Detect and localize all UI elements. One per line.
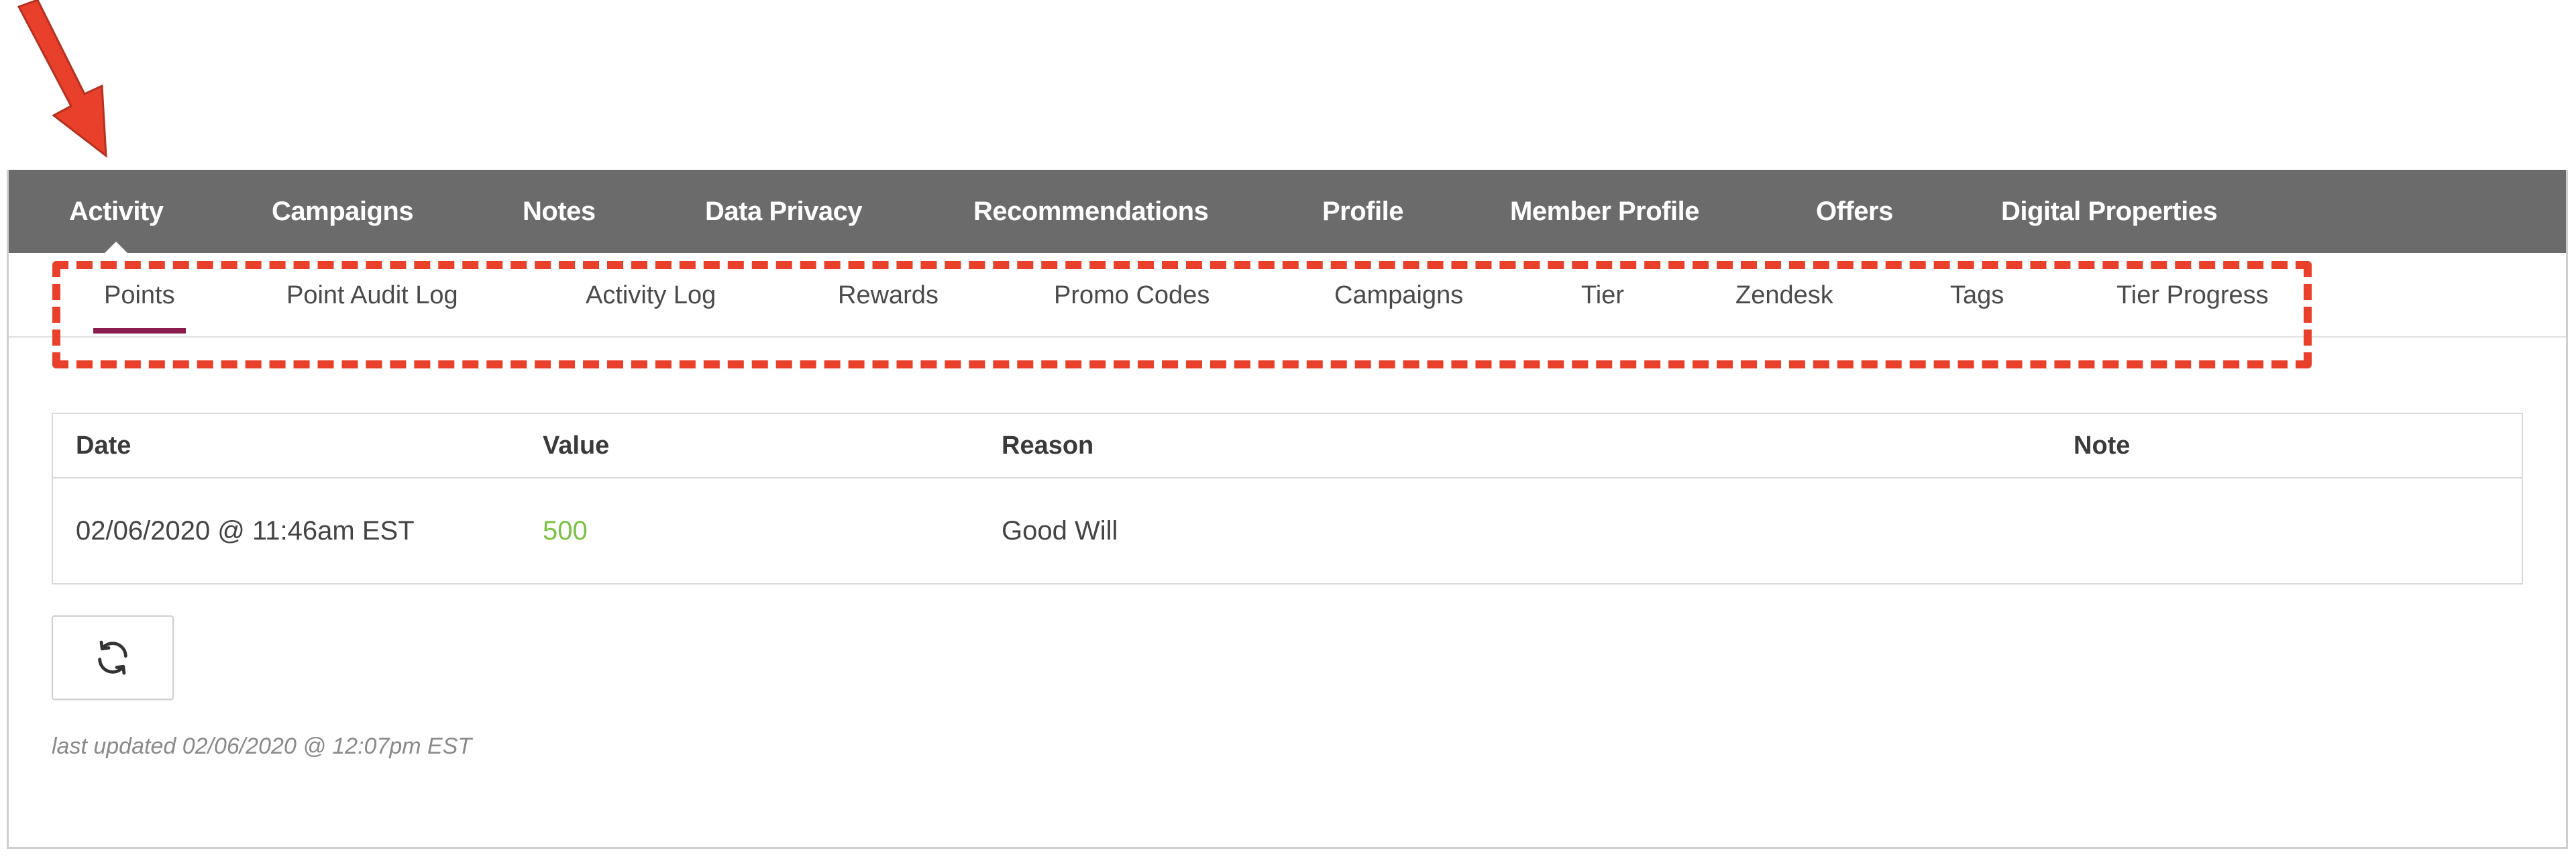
table-row: 02/06/2020 @ 11:46am EST 500 Good Will bbox=[53, 478, 2522, 583]
tab-notes[interactable]: Notes bbox=[523, 170, 596, 253]
subtab-zendesk[interactable]: Zendesk bbox=[1735, 253, 1833, 338]
subtab-tier-progress[interactable]: Tier Progress bbox=[2116, 253, 2269, 338]
active-tab-underline bbox=[93, 328, 186, 334]
subtab-label: Points bbox=[104, 281, 175, 309]
app-frame: Activity Campaigns Notes Data Privacy Re… bbox=[7, 170, 2568, 849]
column-header-value[interactable]: Value bbox=[543, 414, 609, 477]
subtab-tier[interactable]: Tier bbox=[1581, 253, 1624, 338]
annotation-arrow bbox=[17, 0, 107, 158]
points-table: Date Value Reason Note 02/06/2020 @ 11:4… bbox=[52, 413, 2523, 585]
subtab-campaigns[interactable]: Campaigns bbox=[1334, 253, 1463, 338]
last-updated-text: last updated 02/06/2020 @ 12:07pm EST bbox=[52, 733, 472, 759]
table-header: Date Value Reason Note bbox=[53, 414, 2522, 478]
cell-value: 500 bbox=[543, 515, 588, 546]
subtab-point-audit-log[interactable]: Point Audit Log bbox=[286, 253, 458, 338]
subtab-tags[interactable]: Tags bbox=[1950, 253, 2004, 338]
subtab-rewards[interactable]: Rewards bbox=[838, 253, 938, 338]
primary-nav: Activity Campaigns Notes Data Privacy Re… bbox=[9, 170, 2566, 254]
tab-recommendations[interactable]: Recommendations bbox=[973, 170, 1209, 253]
tab-profile[interactable]: Profile bbox=[1322, 170, 1403, 253]
refresh-button[interactable] bbox=[52, 615, 174, 700]
tab-member-profile[interactable]: Member Profile bbox=[1510, 170, 1699, 253]
column-header-note[interactable]: Note bbox=[2074, 414, 2130, 477]
tab-data-privacy[interactable]: Data Privacy bbox=[705, 170, 863, 253]
column-header-date[interactable]: Date bbox=[76, 414, 131, 477]
subtab-activity-log[interactable]: Activity Log bbox=[586, 253, 716, 338]
tab-campaigns[interactable]: Campaigns bbox=[272, 170, 414, 253]
tab-offers[interactable]: Offers bbox=[1816, 170, 1893, 253]
tab-digital-properties[interactable]: Digital Properties bbox=[2001, 170, 2218, 253]
cell-reason: Good Will bbox=[1002, 515, 1118, 546]
cell-date: 02/06/2020 @ 11:46am EST bbox=[76, 515, 415, 546]
refresh-icon bbox=[98, 640, 127, 675]
subtab-promo-codes[interactable]: Promo Codes bbox=[1054, 253, 1210, 338]
column-header-reason[interactable]: Reason bbox=[1002, 414, 1093, 477]
secondary-nav: Points Point Audit Log Activity Log Rewa… bbox=[9, 253, 2566, 338]
tab-activity[interactable]: Activity bbox=[69, 170, 164, 254]
subtab-points[interactable]: Points bbox=[93, 253, 186, 338]
